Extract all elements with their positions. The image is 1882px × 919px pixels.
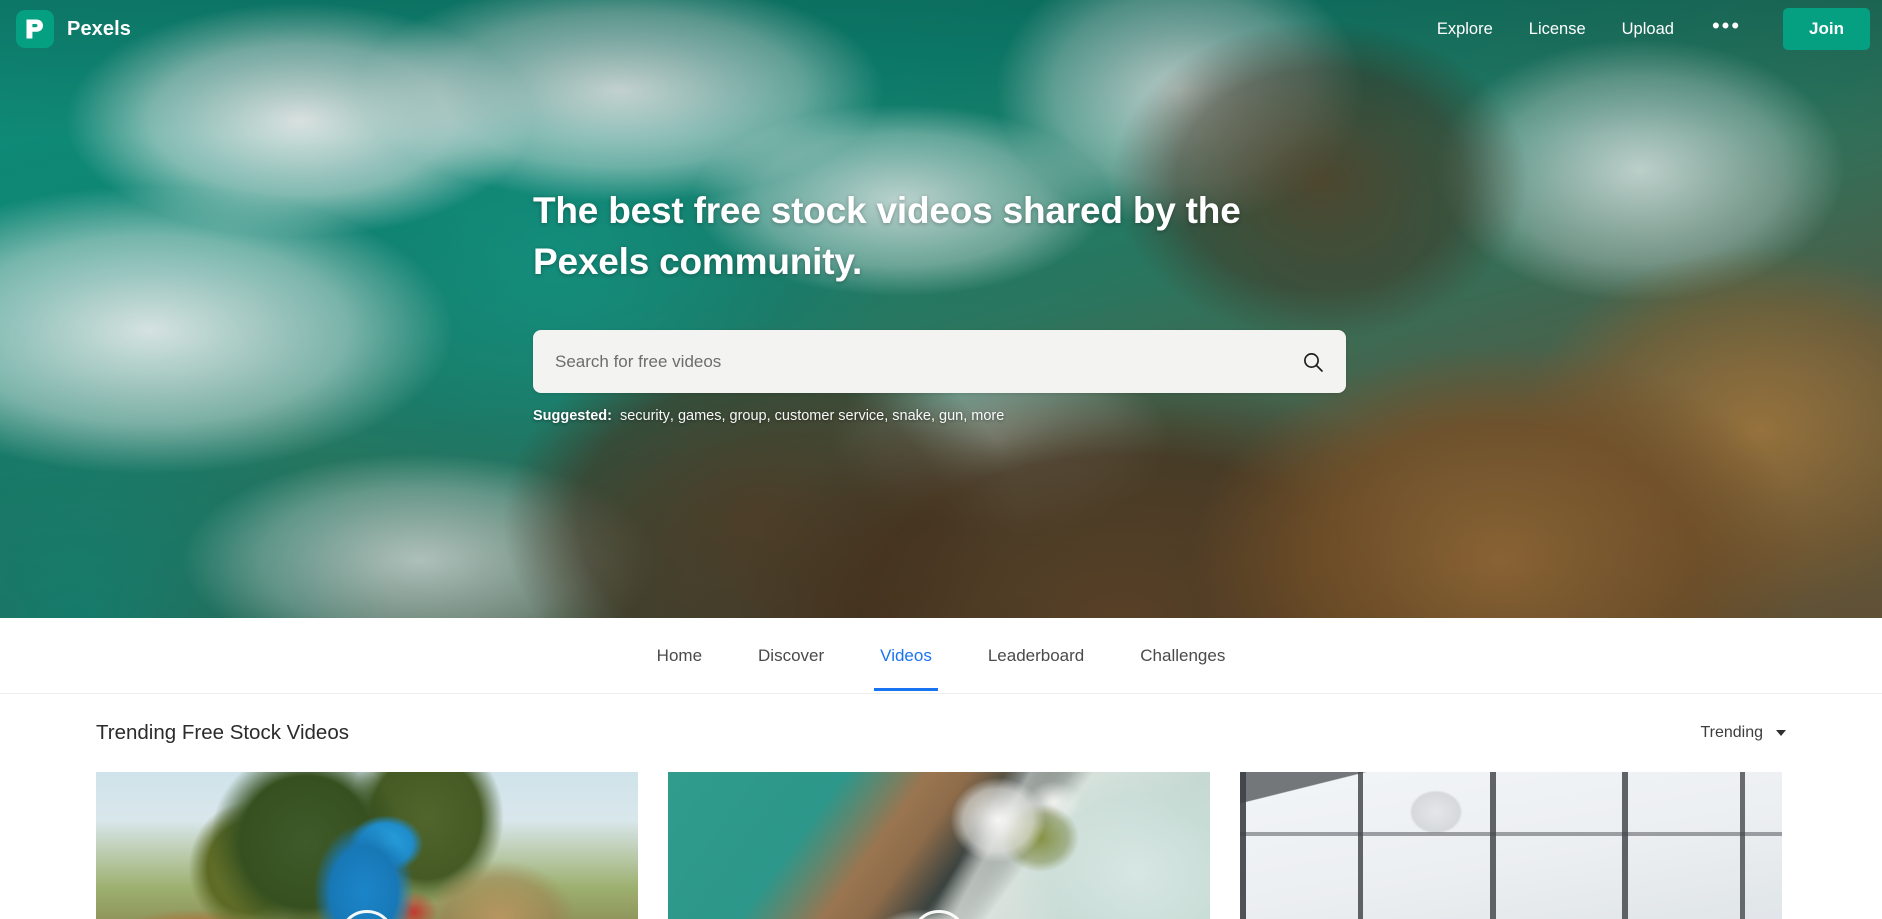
brand-name: Pexels bbox=[67, 17, 131, 40]
video-card[interactable] bbox=[96, 772, 638, 919]
tag-separator: , bbox=[963, 408, 968, 425]
tab-home[interactable]: Home bbox=[629, 620, 730, 691]
tab-discover[interactable]: Discover bbox=[730, 620, 852, 691]
hero-section: Pexels Explore License Upload ••• Join T… bbox=[0, 0, 1882, 618]
page-title: Trending Free Stock Videos bbox=[96, 721, 349, 744]
suggested-tag-gun[interactable]: gun bbox=[939, 408, 963, 424]
suggested-tag-security[interactable]: security bbox=[620, 408, 670, 424]
suggested-tags: Suggested: security, games, group, custo… bbox=[533, 408, 1348, 424]
video-thumbnail bbox=[96, 772, 638, 919]
suggested-tag-games[interactable]: games bbox=[678, 408, 722, 424]
nav-item-explore[interactable]: Explore bbox=[1419, 12, 1511, 47]
tab-challenges[interactable]: Challenges bbox=[1112, 620, 1253, 691]
hero-title: The best free stock videos shared by the… bbox=[533, 190, 1241, 283]
suggested-tag-customer-service[interactable]: customer service bbox=[775, 408, 885, 424]
site-header: Pexels Explore License Upload ••• Join bbox=[0, 0, 1882, 58]
search-icon bbox=[1304, 352, 1323, 372]
nav-item-license[interactable]: License bbox=[1511, 12, 1604, 47]
nav-item-upload[interactable]: Upload bbox=[1604, 12, 1692, 47]
video-thumbnail bbox=[668, 772, 1210, 919]
suggested-tag-group[interactable]: group bbox=[730, 408, 767, 424]
main-content: Trending Free Stock Videos Trending bbox=[0, 694, 1882, 919]
tag-separator: , bbox=[884, 408, 889, 425]
suggested-label: Suggested: bbox=[533, 408, 612, 425]
tag-separator: , bbox=[669, 408, 674, 425]
section-tabbar: Home Discover Videos Leaderboard Challen… bbox=[0, 618, 1882, 694]
sort-dropdown[interactable]: Trending bbox=[1700, 724, 1786, 742]
video-card[interactable] bbox=[668, 772, 1210, 919]
join-button[interactable]: Join bbox=[1783, 8, 1870, 50]
hero-content: The best free stock videos shared by the… bbox=[533, 185, 1348, 424]
pexels-logo-link[interactable]: Pexels bbox=[16, 10, 131, 48]
tag-separator: , bbox=[766, 408, 771, 425]
sort-dropdown-value: Trending bbox=[1700, 724, 1763, 741]
tag-separator: , bbox=[930, 408, 935, 425]
chevron-down-icon bbox=[1776, 730, 1786, 736]
video-card[interactable] bbox=[1240, 772, 1782, 919]
search-button[interactable] bbox=[1290, 339, 1336, 385]
suggested-tag-more[interactable]: more bbox=[971, 408, 1004, 424]
section-header: Trending Free Stock Videos Trending bbox=[96, 694, 1786, 772]
search-input[interactable] bbox=[533, 330, 1346, 394]
tab-videos[interactable]: Videos bbox=[852, 620, 960, 691]
tab-leaderboard[interactable]: Leaderboard bbox=[960, 620, 1112, 691]
video-card-grid bbox=[96, 772, 1786, 919]
video-thumbnail bbox=[1240, 772, 1782, 919]
suggested-tag-snake[interactable]: snake bbox=[892, 408, 931, 424]
primary-navigation: Explore License Upload ••• Join bbox=[1419, 8, 1870, 50]
search-bar[interactable] bbox=[533, 330, 1346, 394]
ellipsis-horizontal-icon[interactable]: ••• bbox=[1692, 13, 1761, 45]
pexels-p-logo-icon bbox=[16, 10, 54, 48]
tag-separator: , bbox=[721, 408, 726, 425]
